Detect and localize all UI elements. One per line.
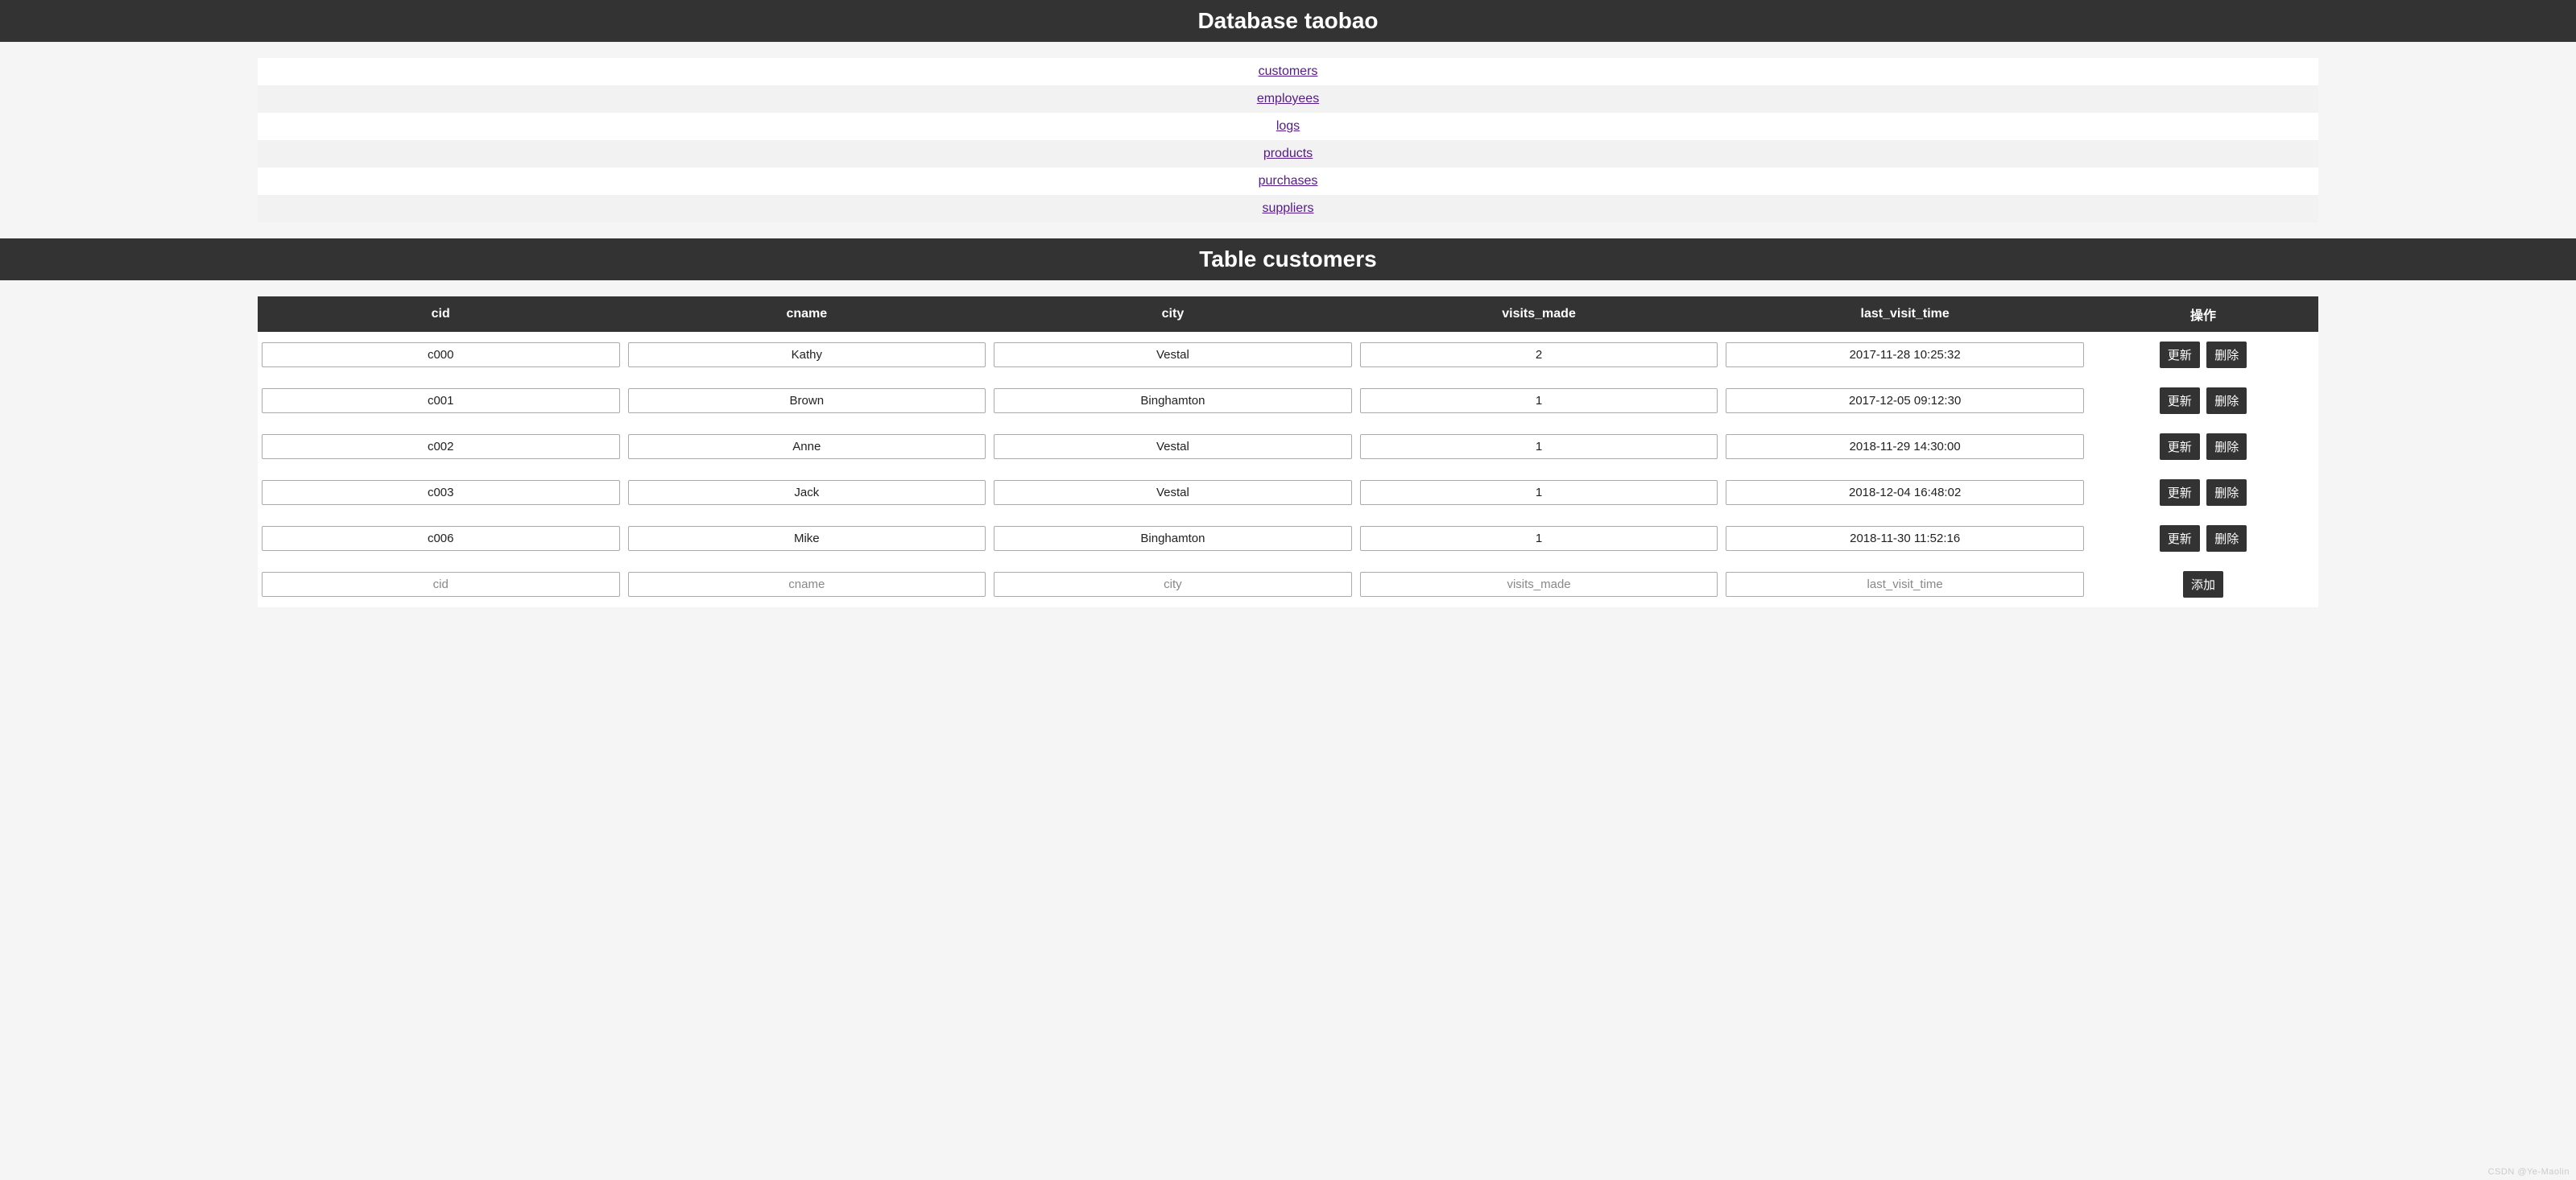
- input-last-visit-time[interactable]: [1726, 342, 2084, 367]
- update-button[interactable]: 更新: [2160, 387, 2200, 414]
- input-cid[interactable]: [262, 526, 620, 551]
- update-button[interactable]: 更新: [2160, 525, 2200, 552]
- delete-button[interactable]: 删除: [2206, 387, 2247, 414]
- input-city[interactable]: [994, 388, 1352, 413]
- header-cid: cid: [258, 296, 624, 332]
- input-cname[interactable]: [628, 526, 986, 551]
- input-cid[interactable]: [262, 480, 620, 505]
- nav-item-products: products: [258, 140, 2318, 168]
- nav-link-logs[interactable]: logs: [1276, 119, 1300, 133]
- input-last-visit-time[interactable]: [1726, 480, 2084, 505]
- input-city[interactable]: [994, 480, 1352, 505]
- header-last-visit-time: last_visit_time: [1722, 296, 2088, 332]
- nav-item-customers: customers: [258, 58, 2318, 85]
- update-button[interactable]: 更新: [2160, 433, 2200, 460]
- add-input-last-visit-time[interactable]: [1726, 572, 2084, 597]
- input-last-visit-time[interactable]: [1726, 388, 2084, 413]
- input-cname[interactable]: [628, 342, 986, 367]
- delete-button[interactable]: 删除: [2206, 479, 2247, 506]
- add-button[interactable]: 添加: [2183, 571, 2223, 598]
- input-visits-made[interactable]: [1360, 526, 1718, 551]
- input-cid[interactable]: [262, 342, 620, 367]
- nav-item-suppliers: suppliers: [258, 195, 2318, 222]
- nav-link-suppliers[interactable]: suppliers: [1262, 201, 1313, 215]
- table-row: 更新 删除: [258, 378, 2318, 424]
- input-cid[interactable]: [262, 434, 620, 459]
- input-cname[interactable]: [628, 388, 986, 413]
- nav-link-employees[interactable]: employees: [1257, 92, 1319, 106]
- input-cid[interactable]: [262, 388, 620, 413]
- add-input-city[interactable]: [994, 572, 1352, 597]
- add-input-cname[interactable]: [628, 572, 986, 597]
- add-input-visits-made[interactable]: [1360, 572, 1718, 597]
- input-visits-made[interactable]: [1360, 480, 1718, 505]
- update-button[interactable]: 更新: [2160, 342, 2200, 368]
- customers-table: cid cname city visits_made last_visit_ti…: [258, 296, 2318, 607]
- table-title-bar: Table customers: [0, 238, 2576, 280]
- database-title: Database taobao: [1197, 8, 1378, 33]
- nav-link-purchases[interactable]: purchases: [1259, 174, 1318, 188]
- customers-table-container: cid cname city visits_made last_visit_ti…: [258, 296, 2318, 607]
- table-row: 更新 删除: [258, 470, 2318, 515]
- nav-link-products[interactable]: products: [1263, 147, 1313, 160]
- delete-button[interactable]: 删除: [2206, 342, 2247, 368]
- watermark-text: CSDN @Ye-Maolin: [2488, 1167, 2570, 1177]
- delete-button[interactable]: 删除: [2206, 525, 2247, 552]
- add-input-cid[interactable]: [262, 572, 620, 597]
- input-cname[interactable]: [628, 434, 986, 459]
- input-city[interactable]: [994, 434, 1352, 459]
- input-visits-made[interactable]: [1360, 342, 1718, 367]
- input-last-visit-time[interactable]: [1726, 526, 2084, 551]
- table-row: 更新 删除: [258, 515, 2318, 561]
- table-title: Table customers: [1199, 246, 1376, 271]
- nav-item-logs: logs: [258, 113, 2318, 140]
- table-row: 更新 删除: [258, 424, 2318, 470]
- header-visits-made: visits_made: [1356, 296, 1722, 332]
- table-add-row: 添加: [258, 561, 2318, 607]
- input-visits-made[interactable]: [1360, 388, 1718, 413]
- input-last-visit-time[interactable]: [1726, 434, 2084, 459]
- nav-item-purchases: purchases: [258, 168, 2318, 195]
- database-title-bar: Database taobao: [0, 0, 2576, 42]
- table-nav: customers employees logs products purcha…: [258, 58, 2318, 222]
- header-city: city: [990, 296, 1356, 332]
- input-city[interactable]: [994, 342, 1352, 367]
- table-row: 更新 删除: [258, 332, 2318, 378]
- table-header-row: cid cname city visits_made last_visit_ti…: [258, 296, 2318, 332]
- header-actions: 操作: [2088, 296, 2318, 332]
- input-visits-made[interactable]: [1360, 434, 1718, 459]
- nav-link-customers[interactable]: customers: [1259, 64, 1318, 78]
- input-cname[interactable]: [628, 480, 986, 505]
- header-cname: cname: [624, 296, 990, 332]
- nav-item-employees: employees: [258, 85, 2318, 113]
- input-city[interactable]: [994, 526, 1352, 551]
- delete-button[interactable]: 删除: [2206, 433, 2247, 460]
- update-button[interactable]: 更新: [2160, 479, 2200, 506]
